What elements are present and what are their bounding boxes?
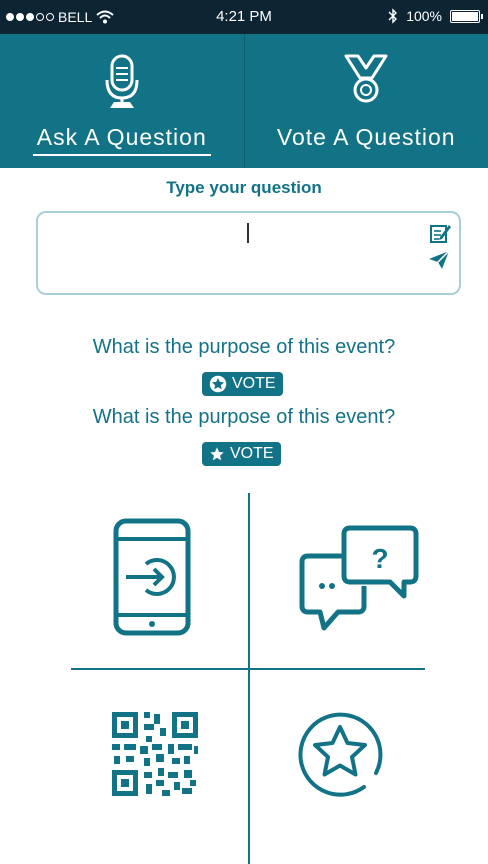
star-icon: [209, 375, 227, 393]
vote-label: VOTE: [230, 445, 274, 462]
vote-label: VOTE: [232, 375, 276, 392]
question-text: What is the purpose of this event?: [92, 406, 396, 428]
qr-code-icon: [112, 712, 198, 796]
question-input[interactable]: [36, 211, 461, 295]
star-icon: [210, 447, 224, 461]
svg-text:?: ?: [371, 543, 388, 574]
tile-scan-qr[interactable]: [110, 710, 200, 803]
tab-vote-label: Vote A Question: [276, 124, 456, 150]
tab-bar: Ask A Question Vote A Question: [0, 34, 488, 168]
tab-ask-label: Ask A Question: [36, 124, 207, 150]
tile-vote-star[interactable]: [294, 707, 386, 804]
edit-icon[interactable]: [430, 223, 452, 243]
phone-login-icon: [113, 518, 191, 636]
grid-divider-vertical: [248, 493, 250, 864]
medal-icon: [344, 54, 388, 103]
battery-percent: 100%: [406, 8, 442, 24]
bluetooth-icon: [388, 8, 398, 24]
tab-ask-question[interactable]: Ask A Question: [0, 34, 244, 168]
vote-button[interactable]: VOTE: [202, 442, 281, 466]
status-right-group: 100%: [388, 8, 483, 24]
grid-divider-horizontal: [71, 668, 425, 670]
status-bar: BELL 4:21 PM 100%: [0, 0, 488, 34]
vote-button[interactable]: VOTE: [202, 372, 283, 396]
tile-ask-chat[interactable]: ?: [298, 522, 422, 639]
battery-icon: [450, 9, 483, 23]
question-text: What is the purpose of this event?: [92, 336, 396, 358]
active-tab-underline: [33, 154, 211, 156]
send-icon[interactable]: [428, 250, 450, 270]
microphone-icon: [105, 54, 139, 108]
star-circle-icon: [298, 712, 383, 797]
question-prompt: Type your question: [166, 178, 322, 197]
tab-vote-question[interactable]: Vote A Question: [243, 34, 488, 168]
chat-question-icon: ?: [299, 525, 419, 631]
text-caret: [247, 223, 249, 243]
tile-join-event[interactable]: [112, 517, 192, 642]
